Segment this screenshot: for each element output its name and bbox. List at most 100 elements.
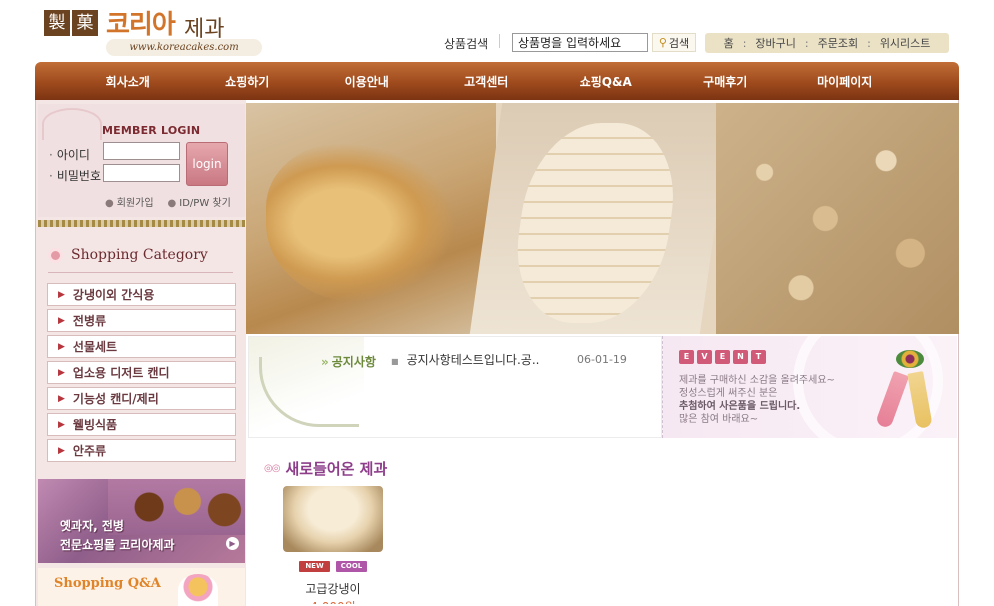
- top-links: 홈 : 장바구니 : 주문조회 : 위시리스트: [705, 33, 949, 53]
- find-account-link[interactable]: ● ID/PW 찾기: [168, 194, 231, 209]
- hero-cookies-image: [246, 103, 496, 334]
- login-pw-label-text: 비밀번호: [56, 169, 101, 183]
- category-item-label: 선물세트: [72, 340, 118, 354]
- event-line-3: 추첨하여 사은품을 드립니다.: [679, 400, 835, 413]
- category-list: ▶ 강냉이외 간식용 ▶ 전병류 ▶ 선물세트 ▶ 업소용 디저트 캔디 ▶ 기능성 캔디…: [47, 283, 236, 465]
- arrow-right-icon: ▶: [58, 419, 65, 430]
- logo-hanja-1: 製: [44, 10, 70, 36]
- product-name[interactable]: 고급강냉이: [283, 580, 383, 597]
- arrow-right-icon: ▶: [58, 315, 65, 326]
- category-item-label: 전병류: [72, 314, 107, 328]
- login-links: ● 회원가입 ● ID/PW 찾기: [105, 194, 231, 209]
- product-price: 4,000원: [283, 598, 383, 604]
- category-item-label: 웰빙식품: [72, 418, 118, 432]
- nav-item-qa[interactable]: 쇼핑Q&A: [546, 73, 666, 90]
- top-link-home[interactable]: 홈: [724, 35, 734, 51]
- login-id-label-text: 아이디: [56, 148, 90, 162]
- category-item-snacks[interactable]: ▶ 강냉이외 간식용: [47, 283, 236, 306]
- login-decoration: [42, 108, 102, 140]
- category-item-dessert-candy[interactable]: ▶ 업소용 디저트 캔디: [47, 361, 236, 384]
- notice-item-text: 공지사항테스트입니다.공..: [406, 353, 540, 367]
- top-link-orders[interactable]: 주문조회: [818, 35, 858, 51]
- event-letter: T: [751, 350, 766, 364]
- top-link-separator: :: [804, 36, 809, 50]
- event-line-2: 정성스럽게 써주신 분은: [679, 388, 778, 399]
- arrow-right-circle-icon[interactable]: ▶: [226, 537, 239, 550]
- arrow-right-icon: ▶: [58, 289, 65, 300]
- top-link-separator: :: [742, 36, 747, 50]
- event-letter: V: [697, 350, 712, 364]
- arrow-right-icon: ▶: [58, 367, 65, 378]
- event-tags: E V E N T: [679, 350, 766, 364]
- notice-date: 06-01-19: [577, 353, 627, 366]
- category-title: Shopping Category: [71, 247, 208, 263]
- category-item-functional-candy[interactable]: ▶ 기능성 캔디/제리: [47, 387, 236, 410]
- site-logo[interactable]: 製 菓 코리아 제과 www.koreacakes.com: [44, 8, 264, 58]
- logo-hanja: 製 菓: [44, 10, 98, 36]
- category-item-label: 강냉이외 간식용: [72, 288, 155, 302]
- category-item-jeonbyeong[interactable]: ▶ 전병류: [47, 309, 236, 332]
- notice-title-text: 공지사항: [331, 355, 376, 369]
- logo-url: www.koreacakes.com: [106, 39, 262, 56]
- category-header: Shopping Category: [48, 247, 208, 263]
- hero-wafer-image: [469, 103, 733, 334]
- nav-item-guide[interactable]: 이용안내: [307, 73, 427, 90]
- login-button[interactable]: login: [186, 142, 228, 186]
- bullet-icon: ■: [391, 357, 399, 366]
- login-box: MEMBER LOGIN · 아이디 · 비밀번호 login ● 회원가입 ● ID/…: [38, 104, 245, 217]
- new-badge: NEW: [299, 561, 330, 572]
- nav-item-reviews[interactable]: 구매후기: [666, 73, 786, 90]
- login-id-input[interactable]: [103, 142, 180, 160]
- login-pw-label: · 비밀번호: [49, 169, 101, 183]
- logo-main-text: 코리아: [106, 10, 176, 40]
- promo-banner[interactable]: 옛과자, 전병 전문쇼핑몰 코리아제과 ▶: [38, 479, 245, 563]
- product-card[interactable]: NEW COOL 고급강냉이 4,000원: [283, 486, 383, 604]
- category-circle-icon: [48, 247, 63, 263]
- search-input[interactable]: [512, 33, 648, 52]
- category-item-gift-set[interactable]: ▶ 선물세트: [47, 335, 236, 358]
- arrow-right-icon: ▶: [58, 445, 65, 456]
- top-link-separator: :: [867, 36, 871, 50]
- event-line-3-bold: 추첨하여 사은품을 드립니다.: [679, 401, 801, 412]
- category-item-label: 안주류: [72, 444, 107, 458]
- promo-line-2: 전문쇼핑몰 코리아제과: [60, 538, 175, 552]
- join-link-label: 회원가입: [116, 198, 154, 209]
- nav-item-support[interactable]: 고객센터: [427, 73, 547, 90]
- event-banner[interactable]: E V E N T 제과를 구매하신 소감을 올려주세요~ 정성스럽게 써주신 …: [662, 336, 957, 438]
- arrow-right-icon: ▶: [58, 393, 65, 404]
- login-title: MEMBER LOGIN: [102, 124, 201, 137]
- search-button-label: 검색: [668, 36, 690, 50]
- search-button[interactable]: ⚲ 검색: [652, 33, 696, 52]
- event-line-1: 제과를 구매하신 소감을 올려주세요~: [679, 375, 835, 386]
- nav-item-mypage[interactable]: 마이페이지: [785, 73, 905, 90]
- login-id-label: · 아이디: [49, 148, 90, 162]
- hero-puffs-image: [716, 103, 959, 334]
- top-link-cart[interactable]: 장바구니: [755, 35, 795, 51]
- shopping-qa-title: Shopping Q&A: [54, 576, 161, 591]
- rings-icon: ◎◎: [264, 463, 280, 474]
- category-divider: [48, 272, 233, 273]
- bullet-icon: ●: [105, 198, 114, 209]
- cake-icon: [178, 574, 218, 606]
- arrow-right-icon: ▶: [58, 341, 65, 352]
- login-pw-input[interactable]: [103, 164, 180, 182]
- event-letter: N: [733, 350, 748, 364]
- notice-title[interactable]: » 공지사항: [321, 353, 376, 370]
- category-item-wellbeing[interactable]: ▶ 웰빙식품: [47, 413, 236, 436]
- main-content: » 공지사항 ■ 공지사항테스트입니다.공.. 06-01-19 E V E N T…: [246, 100, 959, 606]
- join-link[interactable]: ● 회원가입: [105, 194, 154, 209]
- top-link-wishlist[interactable]: 위시리스트: [880, 35, 931, 51]
- new-products-header: ◎◎ 새로들어온 제과: [264, 458, 387, 479]
- category-item-label: 기능성 캔디/제리: [72, 392, 159, 406]
- search-label: 상품검색: [444, 37, 489, 51]
- category-item-label: 업소용 디저트 캔디: [72, 366, 170, 380]
- category-item-snack-food[interactable]: ▶ 안주류: [47, 439, 236, 462]
- notice-item[interactable]: ■ 공지사항테스트입니다.공..: [391, 351, 539, 368]
- event-letter: E: [679, 350, 694, 364]
- product-image[interactable]: [283, 486, 383, 552]
- nav-item-shopping[interactable]: 쇼핑하기: [188, 73, 308, 90]
- main-nav: 회사소개 쇼핑하기 이용안내 고객센터 쇼핑Q&A 구매후기 마이페이지: [35, 62, 959, 100]
- product-badges: NEW COOL: [283, 561, 383, 572]
- shopping-qa-banner[interactable]: Shopping Q&A: [38, 568, 245, 606]
- nav-item-company[interactable]: 회사소개: [68, 73, 188, 90]
